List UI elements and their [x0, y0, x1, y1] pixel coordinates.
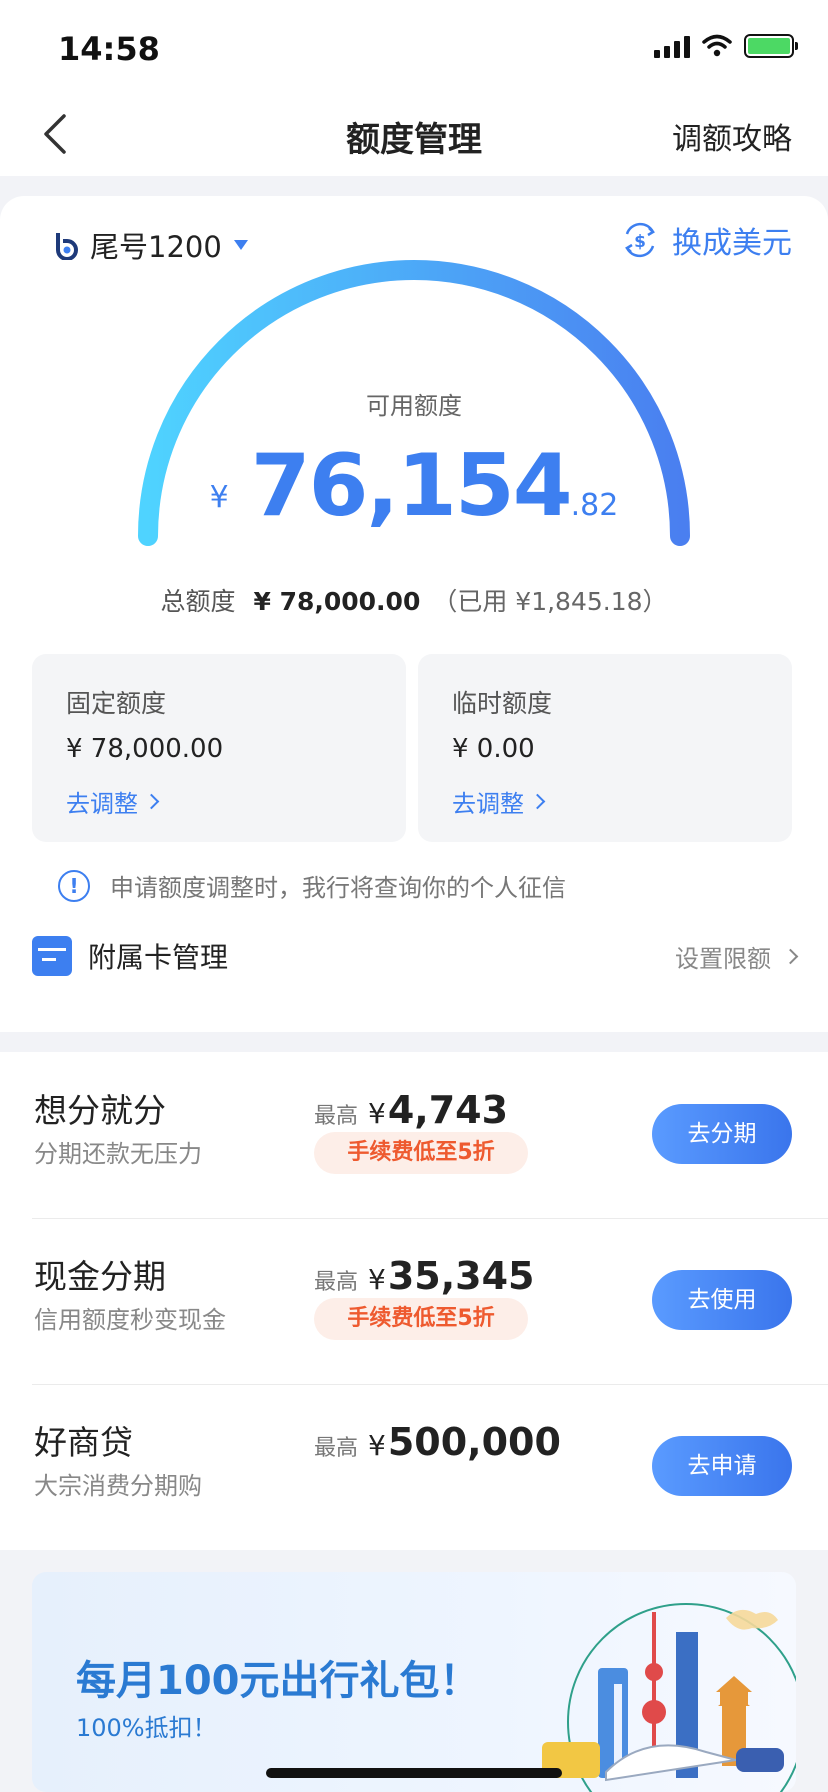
caret-down-icon [233, 240, 248, 250]
temporary-limit-title: 临时额度 [452, 689, 553, 718]
nav-bar: 额度管理 调额攻略 [0, 94, 828, 176]
card-icon [32, 936, 72, 976]
adjust-guide-link[interactable]: 调额攻略 [672, 114, 792, 158]
list-item[interactable]: 好商贷 大宗消费分期购 最高 ¥500,000 去申请 [0, 1384, 828, 1550]
chevron-right-icon [529, 793, 546, 810]
max-label: 最高 [314, 1104, 359, 1129]
go-use-button[interactable]: 去使用 [652, 1270, 792, 1330]
status-bar: 14:58 [0, 0, 828, 94]
convert-usd-button[interactable]: $ 换成美元 [620, 218, 792, 262]
product-subtitle: 大宗消费分期购 [34, 1472, 202, 1500]
dollar-exchange-icon: $ [624, 222, 656, 258]
home-indicator [266, 1768, 562, 1778]
temporary-limit-value: ¥ 0.00 [452, 734, 535, 764]
wifi-icon [702, 34, 732, 57]
fixed-limit-value: ¥ 78,000.00 [66, 734, 224, 764]
total-limit-value: ¥ 78,000.00 [253, 587, 421, 616]
total-limit-line: 总额度 ¥ 78,000.00 （已用 ¥1,845.18） [0, 582, 828, 618]
available-currency: ¥ [209, 480, 229, 515]
card-selector[interactable]: 尾号1200 [52, 224, 248, 266]
city-travel-illustration [542, 1603, 796, 1792]
product-subtitle: 分期还款无压力 [34, 1140, 202, 1168]
product-title: 想分就分 [34, 1091, 166, 1130]
max-amount: ¥4,743 [368, 1088, 509, 1132]
go-apply-button[interactable]: 去申请 [652, 1436, 792, 1496]
available-decimal: .82 [570, 488, 619, 523]
fee-discount-tag: 手续费低至5折 [314, 1298, 528, 1340]
product-subtitle: 信用额度秒变现金 [34, 1306, 226, 1334]
product-title: 好商贷 [34, 1423, 133, 1462]
product-max: 最高 ¥4,743 [314, 1088, 508, 1132]
set-limit-label: 设置限额 [675, 944, 771, 973]
used-amount: （已用 ¥1,845.18） [432, 587, 668, 616]
fee-discount-tag: 手续费低至5折 [314, 1132, 528, 1174]
chevron-right-icon [143, 793, 160, 810]
convert-usd-label: 换成美元 [672, 226, 792, 261]
product-max: 最高 ¥500,000 [314, 1420, 561, 1464]
svg-text:$: $ [634, 232, 646, 252]
go-installment-button[interactable]: 去分期 [652, 1104, 792, 1164]
credit-check-notice: ! 申请额度调整时，我行将查询你的个人征信 [58, 868, 566, 903]
product-title: 现金分期 [34, 1257, 166, 1296]
supplementary-card-row[interactable]: 附属卡管理 设置限额 [32, 936, 799, 976]
fixed-limit-title: 固定额度 [66, 689, 167, 718]
status-time: 14:58 [58, 30, 160, 68]
bank-logo-icon [56, 233, 78, 260]
banner-subtitle: 100%抵扣！ [76, 1714, 217, 1742]
battery-charging-icon [744, 34, 798, 58]
notice-text: 申请额度调整时，我行将查询你的个人征信 [110, 874, 566, 902]
travel-promo-banner[interactable]: 每月100元出行礼包！ 100%抵扣！ [32, 1572, 796, 1792]
temporary-limit-box: 临时额度 ¥ 0.00 去调整 [418, 654, 792, 842]
fixed-limit-adjust-label: 去调整 [66, 790, 138, 818]
product-max: 最高 ¥35,345 [314, 1254, 534, 1298]
list-item[interactable]: 想分就分 分期还款无压力 最高 ¥4,743 手续费低至5折 去分期 [0, 1052, 828, 1218]
info-icon: ! [58, 869, 90, 902]
back-arrow-icon[interactable] [36, 112, 80, 156]
available-limit-label: 可用额度 [366, 392, 462, 420]
max-amount: ¥500,000 [368, 1420, 561, 1464]
signal-icon [654, 34, 690, 58]
supplementary-card-label: 附属卡管理 [88, 941, 229, 974]
available-integer: 76,154 [250, 436, 573, 536]
status-icons [654, 34, 798, 58]
credit-limit-card: 尾号1200 $ 换成美元 可用额度 ¥76,154.82 总额度 ¥ 78,00… [0, 196, 828, 1032]
total-limit-label: 总额度 [160, 587, 236, 616]
fixed-limit-adjust-link[interactable]: 去调整 [66, 784, 160, 819]
list-item[interactable]: 现金分期 信用额度秒变现金 最高 ¥35,345 手续费低至5折 去使用 [0, 1218, 828, 1384]
max-label: 最高 [314, 1270, 359, 1295]
banner-title: 每月100元出行礼包！ [76, 1658, 480, 1704]
max-label: 最高 [314, 1436, 359, 1461]
max-amount: ¥35,345 [368, 1254, 535, 1298]
chevron-right-icon [782, 948, 799, 964]
available-limit-amount: ¥76,154.82 [0, 436, 828, 536]
installment-products: 想分就分 分期还款无压力 最高 ¥4,743 手续费低至5折 去分期 现金分期 … [0, 1052, 828, 1550]
temporary-limit-adjust-link[interactable]: 去调整 [452, 784, 546, 819]
temporary-limit-adjust-label: 去调整 [452, 790, 524, 818]
card-selector-label: 尾号1200 [90, 230, 222, 264]
set-limit-link[interactable]: 设置限额 [675, 939, 799, 974]
fixed-limit-box: 固定额度 ¥ 78,000.00 去调整 [32, 654, 406, 842]
